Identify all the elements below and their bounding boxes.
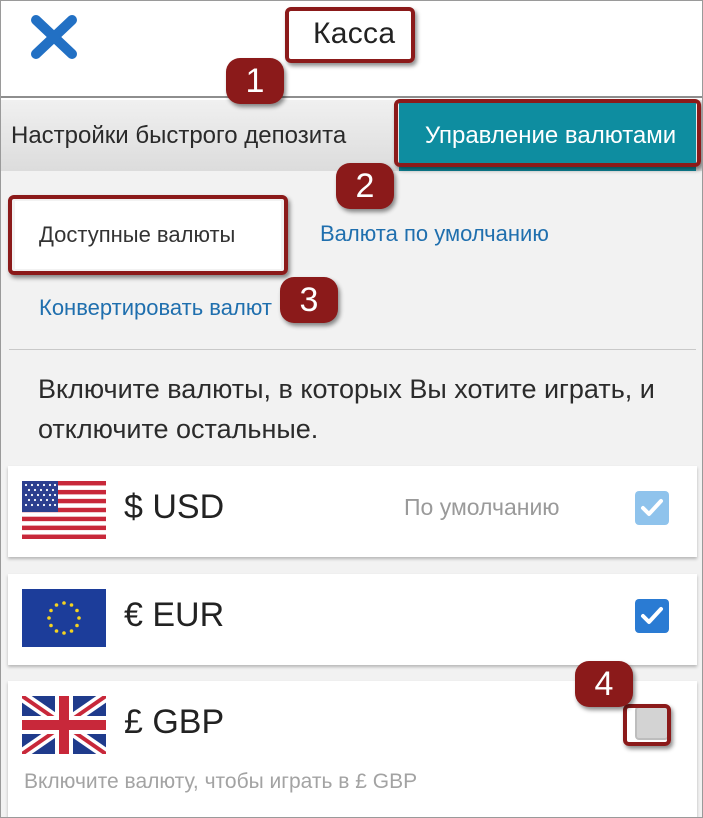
annotation-badge-4: 4: [575, 661, 633, 707]
divider: [9, 349, 696, 350]
annotation-box-3: [8, 195, 288, 275]
close-button[interactable]: [29, 15, 79, 59]
uk-flag-icon: [22, 696, 106, 754]
subtab-default-currency[interactable]: Валюта по умолчанию: [320, 221, 549, 247]
annotation-box-1: [285, 7, 415, 63]
currency-row-usd: $ USD По умолчанию: [8, 466, 697, 557]
intro-text: Включите валюты, в которых Вы хотите игр…: [38, 374, 655, 444]
currency-code-usd: $ USD: [124, 488, 225, 526]
default-currency-label: По умолчанию: [404, 494, 560, 520]
currency-code-eur: € EUR: [124, 596, 225, 634]
annotation-badge-1: 1: [226, 58, 284, 104]
checkmark-icon: [641, 607, 663, 624]
eu-flag-icon: [22, 589, 106, 647]
subtab-convert-currency[interactable]: Конвертировать валют: [39, 295, 272, 321]
annotation-badge-2: 2: [336, 163, 394, 209]
us-flag-icon: [22, 481, 106, 539]
currency-row-eur: € EUR: [8, 574, 697, 665]
app-frame: Касса Настройки быстрого депозита Управл…: [0, 0, 703, 818]
eur-checkbox[interactable]: [635, 599, 669, 633]
usd-checkbox[interactable]: [635, 491, 669, 525]
checkmark-icon: [641, 499, 663, 516]
annotation-box-4: [623, 704, 671, 746]
annotation-badge-3: 3: [280, 277, 338, 323]
annotation-box-2: [394, 99, 701, 167]
gbp-hint-text: Включите валюту, чтобы играть в £ GBP: [24, 770, 418, 793]
currency-code-gbp: £ GBP: [124, 703, 225, 741]
tab-quick-deposit-settings[interactable]: Настройки быстрого депозита: [11, 100, 346, 171]
close-icon: [31, 15, 77, 59]
